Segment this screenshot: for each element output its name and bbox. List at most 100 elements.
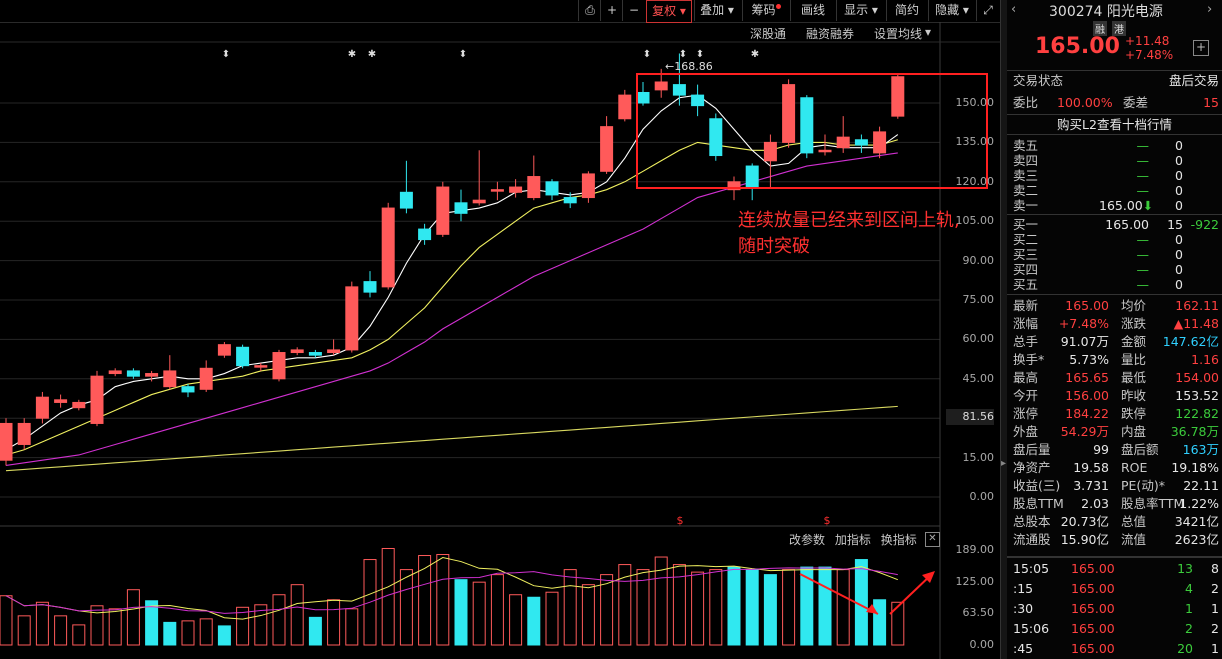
candle-body bbox=[763, 141, 777, 162]
tick-time: :45 bbox=[1013, 641, 1034, 656]
stat-label-2: 股息率TTM bbox=[1121, 496, 1185, 511]
candle-body bbox=[126, 370, 140, 377]
close-icon[interactable]: ✕ bbox=[925, 532, 940, 547]
candle-body bbox=[181, 386, 195, 393]
event-marker-icon: ⬍ bbox=[696, 49, 704, 60]
tick-row: 15:05 165.00 13 8 bbox=[1013, 560, 1219, 578]
candle-body bbox=[17, 422, 31, 445]
prev-stock-icon[interactable]: ‹ bbox=[1011, 2, 1016, 17]
change-box: +11.48 +7.48% bbox=[1125, 34, 1173, 62]
annotation-line-1: 连续放量已经来到区间上轨, bbox=[738, 210, 960, 231]
stat-label-2: 金额 bbox=[1121, 334, 1147, 349]
stat-label: 股息TTM bbox=[1013, 496, 1064, 511]
price-tick: 120.00 bbox=[955, 174, 995, 188]
weibi-value: 100.00% bbox=[1057, 95, 1113, 110]
order-volume: 0 bbox=[1175, 277, 1183, 292]
event-marker-icon: ✱ bbox=[368, 49, 376, 60]
stat-value: 165.65 bbox=[1065, 370, 1109, 385]
next-stock-icon[interactable]: › bbox=[1207, 2, 1212, 17]
order-volume: 0 bbox=[1175, 198, 1183, 213]
stat-value: 20.73亿 bbox=[1060, 514, 1109, 529]
event-marker-icon: ✱ bbox=[348, 49, 356, 60]
stat-value: 19.58 bbox=[1073, 460, 1109, 475]
huanzhibiao-link[interactable]: 换指标 bbox=[881, 533, 917, 547]
stat-label-2: 内盘 bbox=[1121, 424, 1147, 439]
candle-body bbox=[290, 349, 304, 354]
stat-value-2: 1.22% bbox=[1179, 496, 1219, 511]
add-watchlist-button[interactable]: + bbox=[1193, 40, 1209, 56]
stat-value: 99 bbox=[1093, 442, 1109, 457]
xianshi-button[interactable]: 显示 ▾ bbox=[836, 0, 885, 21]
fuquan-label: 复权 bbox=[652, 4, 677, 18]
buy-l2-link[interactable]: 购买L2查看十档行情 bbox=[1007, 114, 1222, 135]
volume-bar bbox=[836, 569, 850, 646]
yincang-label: 隐藏 bbox=[935, 3, 960, 17]
zoom-out-icon[interactable]: − bbox=[622, 0, 645, 21]
stat-label: 流通股 bbox=[1013, 532, 1051, 547]
gaicanshu-link[interactable]: 改参数 bbox=[789, 533, 825, 547]
chouma-label: 筹码 bbox=[751, 3, 776, 17]
quote-panel: ‹ › 300274 阳光电源 融 港 165.00 +11.48 +7.48%… bbox=[1007, 0, 1222, 659]
stat-value: 156.00 bbox=[1065, 388, 1109, 403]
huaxian-button[interactable]: 画线 bbox=[790, 0, 835, 21]
volume-bar bbox=[327, 599, 341, 646]
jiazhibiao-link[interactable]: 加指标 bbox=[835, 533, 871, 547]
volume-bar bbox=[545, 591, 559, 646]
order-label: 买二 bbox=[1013, 232, 1039, 247]
ma-marker: 81.56 bbox=[946, 409, 994, 425]
order-label: 卖四 bbox=[1013, 153, 1039, 168]
candle-body bbox=[436, 186, 450, 235]
annotation-text: 连续放量已经来到区间上轨, 随时突破 bbox=[738, 208, 960, 260]
candle-body bbox=[308, 352, 322, 356]
volume-bar bbox=[345, 608, 359, 646]
volume-bar bbox=[691, 571, 705, 646]
stat-label-2: 总值 bbox=[1121, 514, 1147, 529]
tick-volume: 1 bbox=[1185, 601, 1193, 616]
stock-code: 300274 bbox=[1049, 4, 1103, 20]
tick-price: 165.00 bbox=[1071, 641, 1115, 656]
tick-price: 165.00 bbox=[1071, 601, 1115, 616]
tick-volume: 13 bbox=[1177, 561, 1193, 576]
lock-icon[interactable]: ⎙ bbox=[578, 0, 601, 21]
fuquan-button[interactable]: 复权 ▾ bbox=[646, 0, 692, 23]
tick-count: 1 bbox=[1211, 641, 1219, 656]
stat-label: 今开 bbox=[1013, 388, 1039, 403]
diejia-button[interactable]: 叠加 ▾ bbox=[694, 0, 739, 21]
stat-value-2: 162.11 bbox=[1175, 298, 1219, 313]
weicha-label: 委差 bbox=[1123, 95, 1149, 110]
dividend-marker-icon: $ bbox=[824, 514, 831, 527]
chouma-button[interactable]: 筹码 bbox=[742, 0, 789, 21]
volume-bar bbox=[35, 601, 49, 646]
price-tick: 75.00 bbox=[962, 293, 995, 306]
tick-time: 15:06 bbox=[1013, 621, 1050, 636]
volume-tick: 63.50 bbox=[962, 606, 995, 620]
volume-bar bbox=[163, 621, 177, 646]
candle-body bbox=[217, 344, 231, 356]
vol-header: 改参数 加指标 换指标 bbox=[789, 531, 917, 548]
stat-value-2: 154.00 bbox=[1175, 370, 1219, 385]
stat-value: 184.22 bbox=[1065, 406, 1109, 421]
yincang-button[interactable]: 隐藏 ▾ bbox=[928, 0, 975, 21]
volume-bar bbox=[727, 566, 741, 646]
stat-row: 股息TTM 2.03 股息率TTM 1.22% bbox=[1013, 495, 1219, 513]
volume-bar bbox=[436, 554, 450, 646]
volume-bar bbox=[399, 569, 413, 646]
fullscreen-icon[interactable]: ⤢ bbox=[976, 0, 999, 21]
divider bbox=[1007, 294, 1222, 295]
stat-label: 总股本 bbox=[1013, 514, 1051, 529]
volume-tick: 125.00 bbox=[955, 575, 995, 589]
candle-body bbox=[418, 228, 432, 241]
kline-chart[interactable]: ⬍ ✱ ✱ ⬍ ⬍ ⬍ ⬍ ✱ $ $ bbox=[0, 22, 1000, 659]
order-label: 卖二 bbox=[1013, 183, 1039, 198]
dividend-marker-icon: $ bbox=[677, 514, 684, 527]
volume-bar bbox=[199, 618, 213, 646]
jianyue-button[interactable]: 简约 bbox=[886, 0, 927, 21]
stat-value: 91.07万 bbox=[1060, 334, 1109, 349]
zoom-in-icon[interactable]: + bbox=[600, 0, 623, 21]
stock-name: 阳光电源 bbox=[1106, 4, 1163, 20]
stat-value-2: 22.11 bbox=[1183, 478, 1219, 493]
volume-bar bbox=[17, 615, 31, 646]
tick-row: :45 165.00 20 1 bbox=[1013, 640, 1219, 658]
tick-count: 2 bbox=[1211, 581, 1219, 596]
tick-time: :30 bbox=[1013, 601, 1034, 616]
